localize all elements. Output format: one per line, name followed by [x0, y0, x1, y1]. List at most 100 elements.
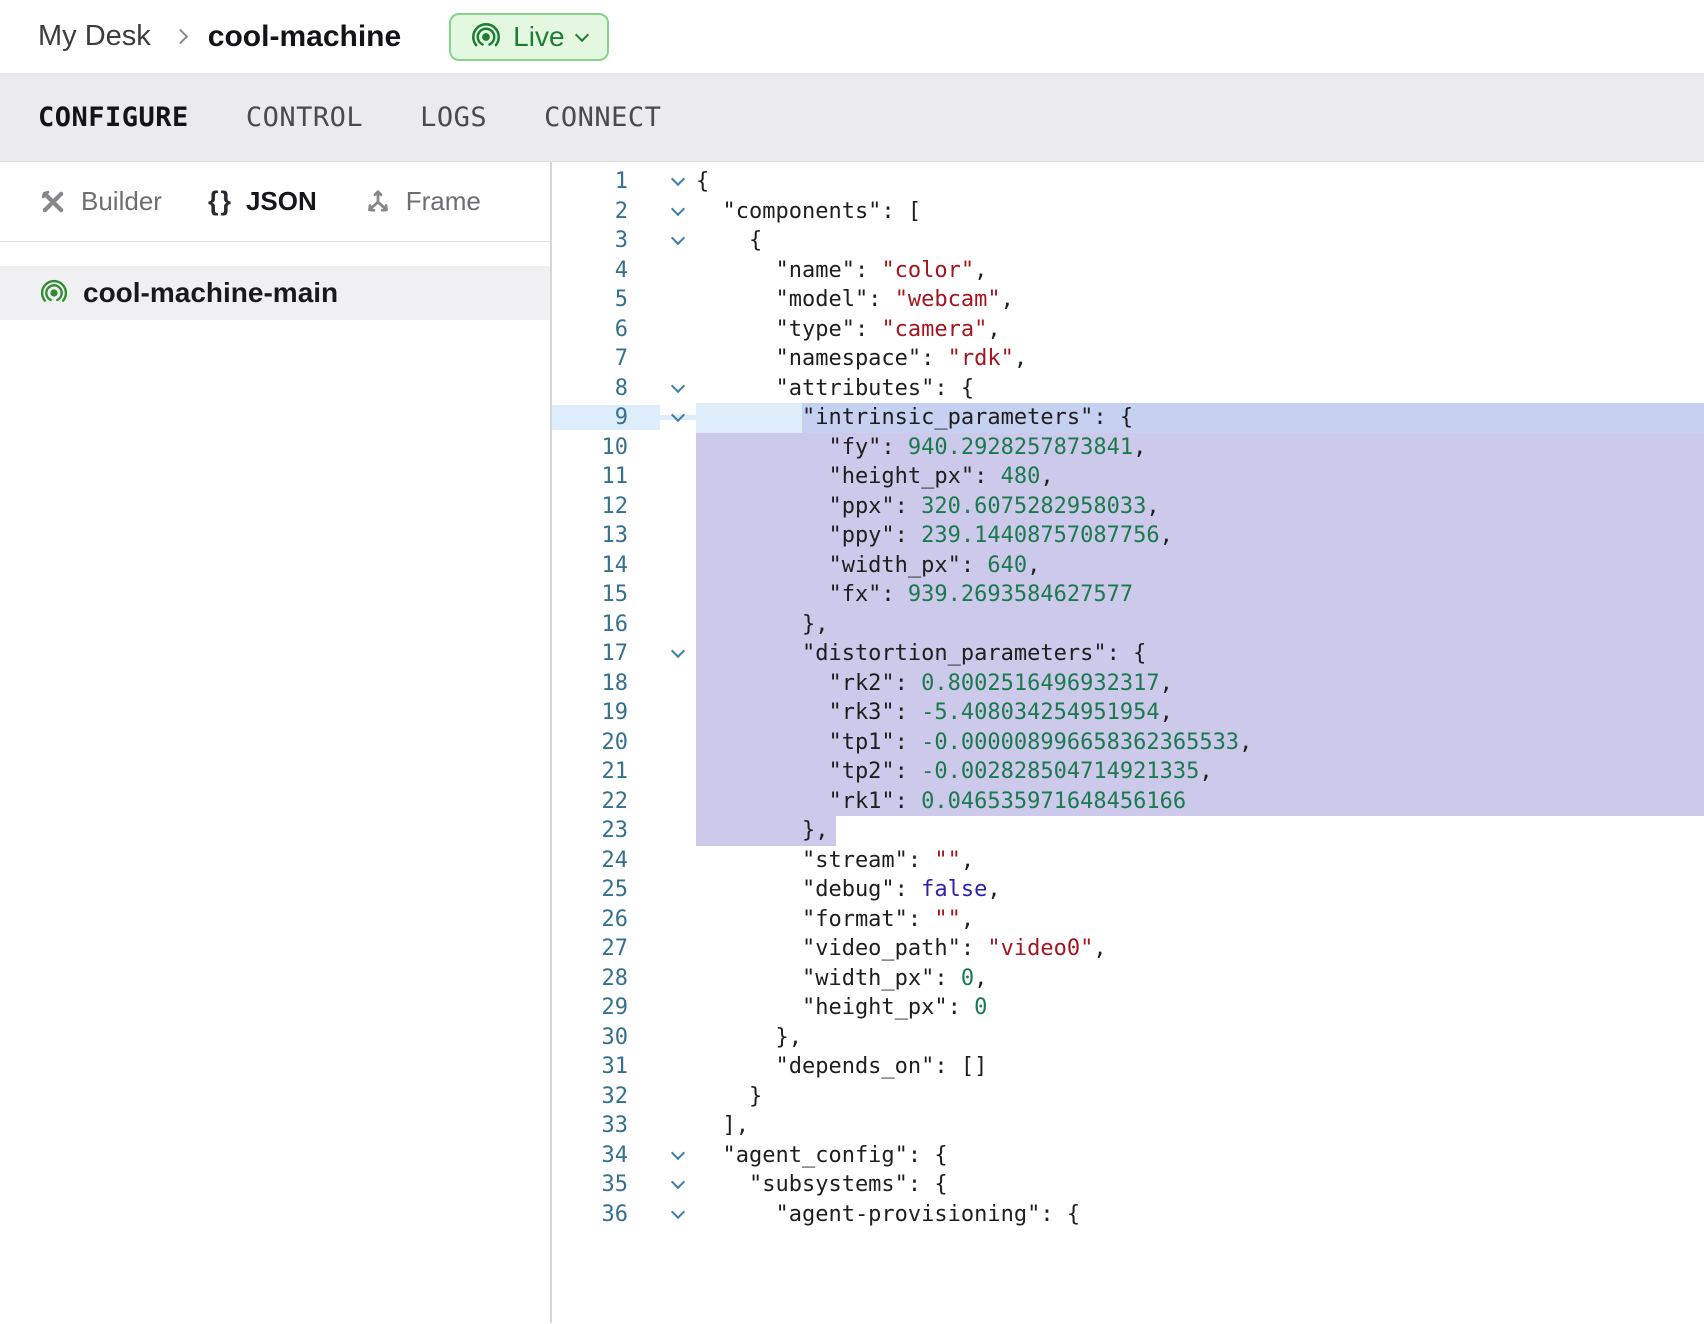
code-line[interactable]: 22 "rk1": 0.046535971648456166: [552, 787, 1704, 817]
code-line[interactable]: 6 "type": "camera",: [552, 315, 1704, 345]
code-line-content[interactable]: "distortion_parameters": {: [696, 639, 1704, 669]
code-line-content[interactable]: "components": [: [696, 197, 1704, 227]
code-line[interactable]: 3 {: [552, 226, 1704, 256]
code-line[interactable]: 11 "height_px": 480,: [552, 462, 1704, 492]
code-line-content[interactable]: "fy": 940.2928257873841,: [696, 433, 1704, 463]
code-line-content[interactable]: "debug": false,: [696, 875, 1704, 905]
code-line-content[interactable]: "model": "webcam",: [696, 285, 1704, 315]
code-line[interactable]: 18 "rk2": 0.8002516496932317,: [552, 669, 1704, 699]
code-line-content[interactable]: {: [696, 226, 1704, 256]
fold-gutter[interactable]: [660, 179, 696, 184]
mode-json[interactable]: {} JSON: [208, 186, 317, 217]
code-line[interactable]: 29 "height_px": 0: [552, 993, 1704, 1023]
fold-gutter[interactable]: [660, 651, 696, 656]
code-line-content[interactable]: "attributes": {: [696, 374, 1704, 404]
mode-frame[interactable]: Frame: [363, 186, 481, 217]
code-line[interactable]: 33 ],: [552, 1111, 1704, 1141]
code-line[interactable]: 12 "ppx": 320.6075282958033,: [552, 492, 1704, 522]
fold-chevron-icon[interactable]: [671, 172, 685, 186]
code-line-content[interactable]: "rk2": 0.8002516496932317,: [696, 669, 1704, 699]
fold-chevron-icon[interactable]: [671, 202, 685, 216]
code-line[interactable]: 36 "agent-provisioning": {: [552, 1200, 1704, 1230]
tab-control[interactable]: CONTROL: [246, 102, 363, 133]
code-line-content[interactable]: "subsystems": {: [696, 1170, 1704, 1200]
code-line[interactable]: 4 "name": "color",: [552, 256, 1704, 286]
code-line-content[interactable]: "width_px": 640,: [696, 551, 1704, 581]
fold-chevron-icon[interactable]: [671, 1146, 685, 1160]
mode-builder[interactable]: Builder: [38, 186, 162, 217]
breadcrumb-parent[interactable]: My Desk: [38, 20, 151, 53]
fold-gutter[interactable]: [660, 415, 696, 420]
code-line[interactable]: 34 "agent_config": {: [552, 1141, 1704, 1171]
code-line[interactable]: 14 "width_px": 640,: [552, 551, 1704, 581]
code-line-content[interactable]: "ppx": 320.6075282958033,: [696, 492, 1704, 522]
code-line-content[interactable]: },: [696, 1023, 1704, 1053]
code-line-content[interactable]: "video_path": "video0",: [696, 934, 1704, 964]
code-line-content[interactable]: "ppy": 239.14408757087756,: [696, 521, 1704, 551]
code-line-content[interactable]: "intrinsic_parameters": {: [696, 403, 1704, 433]
sidebar-item-machine-part[interactable]: cool-machine-main: [0, 266, 550, 320]
code-line-content[interactable]: "width_px": 0,: [696, 964, 1704, 994]
fold-gutter[interactable]: [660, 1212, 696, 1217]
code-line-content[interactable]: ],: [696, 1111, 1704, 1141]
fold-chevron-icon[interactable]: [671, 1175, 685, 1189]
json-code-editor[interactable]: 1{2 "components": [3 {4 "name": "color",…: [552, 162, 1704, 1323]
fold-chevron-icon[interactable]: [671, 1205, 685, 1219]
code-line[interactable]: 21 "tp2": -0.002828504714921335,: [552, 757, 1704, 787]
code-line[interactable]: 7 "namespace": "rdk",: [552, 344, 1704, 374]
code-line-content[interactable]: "height_px": 480,: [696, 462, 1704, 492]
code-line[interactable]: 16 },: [552, 610, 1704, 640]
code-line[interactable]: 10 "fy": 940.2928257873841,: [552, 433, 1704, 463]
code-line[interactable]: 26 "format": "",: [552, 905, 1704, 935]
code-line-content[interactable]: "rk3": -5.408034254951954,: [696, 698, 1704, 728]
fold-gutter[interactable]: [660, 209, 696, 214]
code-line-content[interactable]: {: [696, 167, 1704, 197]
tab-connect[interactable]: CONNECT: [544, 102, 661, 133]
fold-gutter[interactable]: [660, 1153, 696, 1158]
code-line[interactable]: 30 },: [552, 1023, 1704, 1053]
code-line-content[interactable]: },: [696, 610, 1704, 640]
code-line[interactable]: 9 "intrinsic_parameters": {: [552, 403, 1704, 433]
fold-gutter[interactable]: [660, 1182, 696, 1187]
code-line[interactable]: 24 "stream": "",: [552, 846, 1704, 876]
code-line[interactable]: 5 "model": "webcam",: [552, 285, 1704, 315]
code-line-content[interactable]: "stream": "",: [696, 846, 1704, 876]
code-line[interactable]: 31 "depends_on": []: [552, 1052, 1704, 1082]
tab-configure[interactable]: CONFIGURE: [38, 102, 189, 133]
fold-gutter[interactable]: [660, 386, 696, 391]
code-line-content[interactable]: },: [696, 816, 1704, 846]
tab-logs[interactable]: LOGS: [420, 102, 487, 133]
code-line[interactable]: 19 "rk3": -5.408034254951954,: [552, 698, 1704, 728]
code-line[interactable]: 32 }: [552, 1082, 1704, 1112]
code-line-content[interactable]: "rk1": 0.046535971648456166: [696, 787, 1704, 817]
code-line-content[interactable]: "name": "color",: [696, 256, 1704, 286]
code-line-content[interactable]: "tp2": -0.002828504714921335,: [696, 757, 1704, 787]
code-line[interactable]: 2 "components": [: [552, 197, 1704, 227]
code-line[interactable]: 35 "subsystems": {: [552, 1170, 1704, 1200]
code-line-content[interactable]: "height_px": 0: [696, 993, 1704, 1023]
code-line-content[interactable]: "depends_on": []: [696, 1052, 1704, 1082]
code-line-content[interactable]: "tp1": -0.000008996658362365533,: [696, 728, 1704, 758]
code-line-content[interactable]: "type": "camera",: [696, 315, 1704, 345]
code-line[interactable]: 25 "debug": false,: [552, 875, 1704, 905]
code-line[interactable]: 8 "attributes": {: [552, 374, 1704, 404]
code-line[interactable]: 17 "distortion_parameters": {: [552, 639, 1704, 669]
fold-chevron-icon[interactable]: [671, 408, 685, 422]
fold-chevron-icon[interactable]: [671, 644, 685, 658]
live-status-dropdown[interactable]: Live: [449, 13, 608, 61]
code-line-content[interactable]: "namespace": "rdk",: [696, 344, 1704, 374]
code-line[interactable]: 27 "video_path": "video0",: [552, 934, 1704, 964]
code-line-content[interactable]: "fx": 939.2693584627577: [696, 580, 1704, 610]
code-line-content[interactable]: "format": "",: [696, 905, 1704, 935]
fold-gutter[interactable]: [660, 238, 696, 243]
fold-chevron-icon[interactable]: [671, 231, 685, 245]
code-line[interactable]: 15 "fx": 939.2693584627577: [552, 580, 1704, 610]
code-line[interactable]: 28 "width_px": 0,: [552, 964, 1704, 994]
code-line-content[interactable]: "agent_config": {: [696, 1141, 1704, 1171]
code-line[interactable]: 1{: [552, 167, 1704, 197]
code-line-content[interactable]: "agent-provisioning": {: [696, 1200, 1704, 1230]
fold-chevron-icon[interactable]: [671, 379, 685, 393]
code-line-content[interactable]: }: [696, 1082, 1704, 1112]
code-line[interactable]: 20 "tp1": -0.000008996658362365533,: [552, 728, 1704, 758]
code-line[interactable]: 13 "ppy": 239.14408757087756,: [552, 521, 1704, 551]
